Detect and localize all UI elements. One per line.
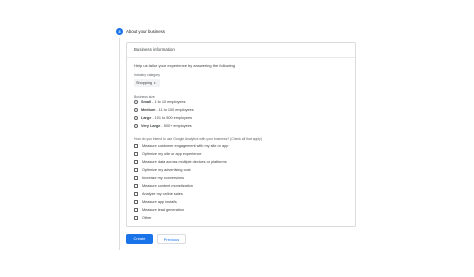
size-option-very-large[interactable]: Very Large - 500+ employees: [134, 124, 192, 128]
radio-button[interactable]: [134, 124, 138, 128]
usage-option[interactable]: Measure data across multiple devices or …: [134, 160, 227, 164]
usage-option-label: Measure customer engagement with my site…: [142, 144, 229, 148]
radio-button[interactable]: [134, 108, 138, 112]
size-name: Large: [141, 116, 152, 120]
usage-option-label: Increase my conversions: [142, 176, 184, 180]
checkbox[interactable]: [134, 176, 138, 180]
checkbox[interactable]: [134, 216, 138, 220]
usage-option-label: Optimize my site or app experience: [142, 152, 202, 156]
industry-category-value: Shopping: [136, 81, 153, 85]
create-button[interactable]: Create: [126, 234, 153, 244]
size-option-small[interactable]: Small - 1 to 10 employees: [134, 100, 186, 104]
checkbox[interactable]: [134, 184, 138, 188]
usage-option-label: Optimize my advertising cost: [142, 168, 191, 172]
industry-category-select[interactable]: Shopping ▾: [134, 79, 160, 87]
usage-option-label: Measure content monetization: [142, 184, 193, 188]
size-desc: - 500+ employees: [161, 124, 192, 128]
intro-text: Help us tailor your experience by answer…: [134, 63, 235, 68]
step-connector-line: [119, 38, 120, 250]
usage-option[interactable]: Measure app installs: [134, 200, 177, 204]
card-title: Business information: [127, 43, 355, 58]
usage-option-label: Other: [142, 216, 152, 220]
usage-option[interactable]: Optimize my site or app experience: [134, 152, 202, 156]
usage-option[interactable]: Analyze my online sales: [134, 192, 183, 196]
size-desc: - 11 to 100 employees: [156, 108, 194, 112]
usage-option[interactable]: Optimize my advertising cost: [134, 168, 191, 172]
usage-question-label: How do you intend to use Google Analytic…: [134, 137, 262, 141]
usage-option[interactable]: Increase my conversions: [134, 176, 184, 180]
radio-button[interactable]: [134, 116, 138, 120]
size-option-large[interactable]: Large - 101 to 500 employees: [134, 116, 192, 120]
usage-option[interactable]: Measure lead generation: [134, 208, 184, 212]
size-name: Small: [141, 100, 152, 104]
previous-button[interactable]: Previous: [157, 234, 186, 244]
usage-option[interactable]: Measure content monetization: [134, 184, 193, 188]
size-option-medium[interactable]: Medium - 11 to 100 employees: [134, 108, 194, 112]
radio-button[interactable]: [134, 100, 138, 104]
checkbox[interactable]: [134, 192, 138, 196]
checkbox[interactable]: [134, 144, 138, 148]
usage-option-label: Measure data across multiple devices or …: [142, 160, 227, 164]
step-number-badge: 3: [116, 28, 123, 35]
business-size-label: Business size: [134, 95, 155, 99]
checkbox[interactable]: [134, 200, 138, 204]
checkbox[interactable]: [134, 168, 138, 172]
dropdown-caret-icon: ▾: [154, 81, 156, 85]
size-desc: - 101 to 500 employees: [152, 116, 193, 120]
usage-option-label: Measure app installs: [142, 200, 177, 204]
checkbox[interactable]: [134, 160, 138, 164]
size-name: Medium: [141, 108, 156, 112]
usage-option-label: Measure lead generation: [142, 208, 185, 212]
step-title: About your business: [126, 29, 165, 34]
size-name: Very Large: [141, 124, 161, 128]
checkbox[interactable]: [134, 152, 138, 156]
usage-option-label: Analyze my online sales: [142, 192, 183, 196]
usage-option[interactable]: Other: [134, 216, 152, 220]
checkbox[interactable]: [134, 208, 138, 212]
business-information-card: Business information Help us tailor your…: [126, 42, 356, 227]
size-desc: - 1 to 10 employees: [152, 100, 186, 104]
industry-category-label: Industry category: [134, 73, 161, 77]
usage-option[interactable]: Measure customer engagement with my site…: [134, 144, 228, 148]
